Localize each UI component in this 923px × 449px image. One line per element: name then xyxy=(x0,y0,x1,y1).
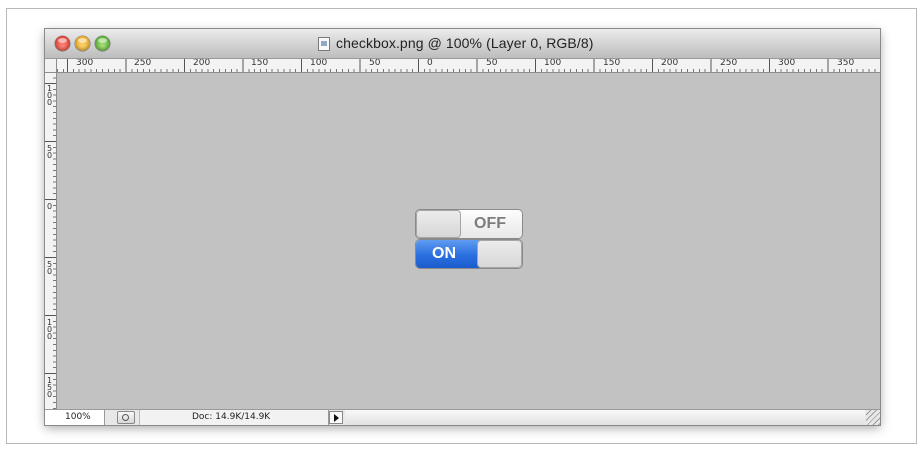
ruler-origin[interactable] xyxy=(45,59,57,73)
document-proxy-icon[interactable] xyxy=(318,37,330,51)
horizontal-scrollbar[interactable] xyxy=(345,410,865,425)
ruler-label: 300 xyxy=(76,59,94,68)
ruler-label: 150 xyxy=(46,376,53,399)
title-bar[interactable]: checkbox.png @ 100% (Layer 0, RGB/8) xyxy=(45,29,880,59)
ruler-label: 150 xyxy=(251,59,269,68)
ruler-label: 50 xyxy=(46,144,53,160)
toggle-off-label: OFF xyxy=(474,215,506,232)
minimize-button[interactable] xyxy=(75,36,90,51)
horizontal-ruler[interactable]: 300 250 200 150 100 50 0 50 100 150 200 … xyxy=(57,59,880,73)
ruler-label: 100 xyxy=(310,59,328,68)
ruler-label: 50 xyxy=(486,59,498,68)
close-button[interactable] xyxy=(55,36,70,51)
ruler-label: 200 xyxy=(193,59,211,68)
ruler-label: 0 xyxy=(46,202,53,211)
ruler-label: 100 xyxy=(544,59,562,68)
toggle-switch-off[interactable]: OFF xyxy=(416,210,522,238)
document-size-info: Doc: 14.9K/14.9K xyxy=(139,410,329,425)
ruler-label: 100 xyxy=(46,84,53,107)
zoom-button[interactable] xyxy=(95,36,110,51)
window-title: checkbox.png @ 100% (Layer 0, RGB/8) xyxy=(336,35,594,51)
ruler-label: 200 xyxy=(661,59,679,68)
ruler-label: 350 xyxy=(837,59,855,68)
ruler-label: 250 xyxy=(720,59,738,68)
ruler-label: 300 xyxy=(778,59,796,68)
ruler-label: 50 xyxy=(46,260,53,276)
resize-grip-icon[interactable] xyxy=(866,410,880,425)
toggle-switch-on[interactable]: ON xyxy=(416,240,522,268)
ruler-label: 0 xyxy=(427,59,433,68)
toggle-on-label: ON xyxy=(432,245,456,262)
status-bar: 100% Doc: 14.9K/14.9K xyxy=(45,409,880,425)
status-menu-arrow-icon[interactable] xyxy=(329,411,343,424)
toggle-knob xyxy=(416,210,461,238)
ruler-label: 150 xyxy=(603,59,621,68)
ruler-label: 100 xyxy=(46,318,53,341)
vertical-ruler[interactable]: 100 50 0 50 100 150 xyxy=(45,73,57,409)
ruler-label: 50 xyxy=(369,59,381,68)
zoom-level-field[interactable]: 100% xyxy=(45,410,105,425)
document-canvas[interactable]: OFF ON xyxy=(57,73,880,409)
ruler-label: 250 xyxy=(134,59,152,68)
document-window: checkbox.png @ 100% (Layer 0, RGB/8) 300… xyxy=(45,29,880,425)
toggle-knob xyxy=(477,240,522,268)
status-options-button[interactable] xyxy=(117,411,135,424)
